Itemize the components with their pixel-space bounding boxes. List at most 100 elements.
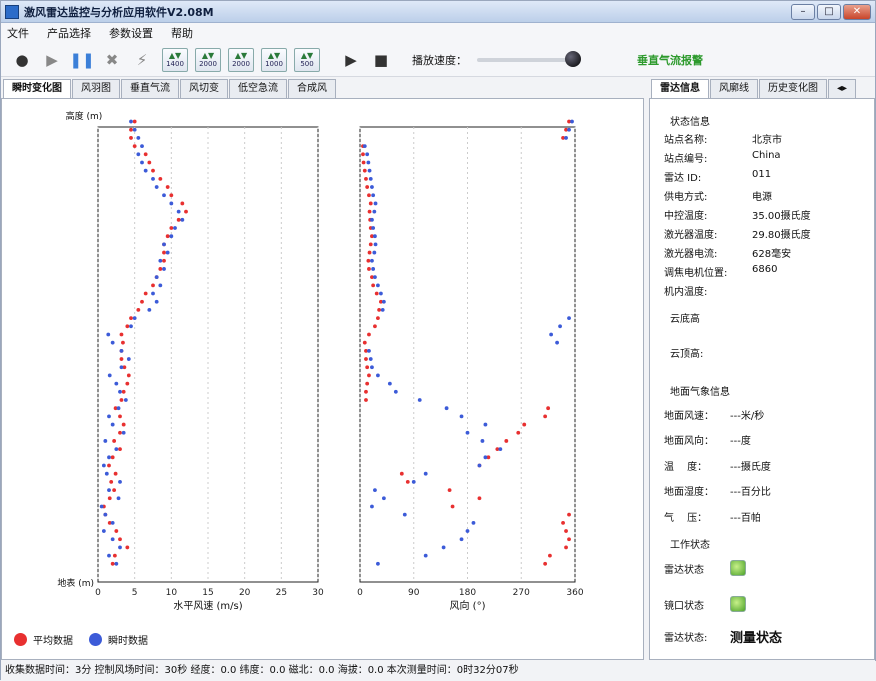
tab-wind-barb[interactable]: 风羽图 — [72, 79, 120, 98]
data-point — [116, 496, 121, 501]
menu-file[interactable]: 文件 — [7, 25, 29, 41]
surface-speed-row: 地面风速： ---米/秒 — [664, 411, 765, 422]
data-point — [387, 381, 392, 386]
data-point — [110, 520, 115, 525]
data-point — [114, 561, 119, 566]
tab-profile[interactable]: 风廓线 — [710, 79, 758, 98]
data-point — [118, 537, 122, 542]
data-point — [402, 512, 407, 517]
data-point — [477, 496, 482, 501]
range-button-5[interactable]: ▲▼ 500 — [294, 47, 320, 72]
tool-icon[interactable]: ⚡ — [129, 48, 155, 72]
data-point — [112, 439, 117, 443]
data-point — [567, 316, 571, 320]
menu-settings[interactable]: 参数设置 — [109, 25, 153, 41]
window-state-row: 镜口状态 — [664, 596, 746, 612]
data-point — [423, 471, 428, 476]
cloud-base-label: 云底高 — [670, 314, 700, 325]
data-point — [498, 447, 503, 452]
data-point — [140, 144, 144, 149]
data-point — [381, 299, 386, 304]
data-point — [162, 242, 166, 247]
data-point — [107, 373, 112, 378]
slider-knob[interactable] — [565, 50, 581, 67]
menu-help[interactable]: 帮助 — [171, 25, 193, 41]
close-button[interactable]: ✕ — [843, 4, 871, 20]
chart-tabs: 瞬时变化图 风羽图 垂直气流 风切变 低空急流 合成风 — [3, 79, 337, 98]
data-point — [114, 447, 119, 452]
maximize-button[interactable]: □ — [817, 4, 841, 20]
data-point — [119, 357, 124, 361]
data-point — [567, 127, 571, 132]
data-point — [561, 520, 565, 525]
tab-composite[interactable]: 合成风 — [288, 79, 336, 98]
play-icon[interactable]: ▶ — [39, 48, 65, 72]
data-point — [367, 193, 371, 198]
range-button-2[interactable]: ▲▼ 2000 — [195, 47, 221, 72]
data-point — [447, 488, 452, 492]
tab-scroll[interactable]: ◂▸ — [828, 79, 857, 98]
data-point — [129, 316, 133, 320]
data-point — [361, 152, 365, 157]
info-panel: 状态信息 站点名称: 北京市 站点编号: China 雷达 ID: 011 供电方式:… — [649, 98, 875, 660]
play-record-icon[interactable]: ▶ — [338, 48, 364, 72]
data-point — [373, 324, 377, 329]
data-point — [405, 480, 410, 484]
data-point — [361, 160, 366, 165]
humidity-row: 地面湿度： ---百分比 — [664, 487, 771, 498]
data-point — [381, 496, 386, 501]
data-point — [162, 250, 166, 255]
connect-icon[interactable]: ● — [9, 48, 35, 72]
stop-record-icon[interactable]: ■ — [368, 48, 394, 72]
x-tick-label: 0 — [95, 588, 101, 598]
radar-state-led-icon — [730, 560, 746, 576]
data-point — [411, 480, 416, 484]
data-point — [362, 144, 367, 149]
data-point — [158, 176, 163, 181]
x-tick-label: 15 — [202, 588, 213, 598]
tab-history[interactable]: 历史变化图 — [759, 79, 827, 98]
pressure-row: 气 压： ---百帕 — [664, 513, 761, 524]
data-point — [119, 332, 124, 337]
pause-icon[interactable]: ❚❚ — [69, 48, 95, 72]
toolbar: ● ▶ ❚❚ ✖ ⚡ ▲▼ 1400 ▲▼ 2000 ▲▼ 2000 ▲▼ 1000 ▲… — [1, 43, 875, 77]
data-point — [169, 193, 174, 198]
data-point — [380, 308, 385, 312]
menu-product[interactable]: 产品选择 — [47, 25, 91, 41]
data-point — [112, 553, 117, 558]
minimize-button[interactable]: – — [791, 4, 815, 20]
x-tick-label: 25 — [276, 588, 287, 598]
data-point — [393, 389, 398, 394]
data-point — [119, 398, 124, 402]
range-button-4[interactable]: ▲▼ 1000 — [261, 47, 287, 72]
data-point — [132, 316, 137, 320]
data-point — [371, 283, 376, 288]
data-point — [548, 553, 552, 558]
data-point — [367, 348, 371, 353]
data-point — [103, 512, 108, 517]
tab-shear[interactable]: 风切变 — [180, 79, 228, 98]
data-point — [143, 152, 148, 157]
tab-vertical[interactable]: 垂直气流 — [121, 79, 179, 98]
range-button-1[interactable]: ▲▼ 1400 — [162, 47, 188, 72]
data-point — [169, 226, 174, 230]
data-point — [129, 127, 133, 132]
tab-radar-info[interactable]: 雷达信息 — [651, 79, 709, 98]
data-point — [444, 406, 449, 411]
tab-instant[interactable]: 瞬时变化图 — [3, 79, 71, 98]
tab-jet[interactable]: 低空急流 — [229, 79, 287, 98]
radar-mode-value: 测量状态 — [730, 631, 783, 646]
stop-icon[interactable]: ✖ — [99, 48, 125, 72]
range-button-3[interactable]: ▲▼ 2000 — [228, 47, 254, 72]
y-axis-label: 高度 (m) — [66, 110, 103, 122]
speed-slider[interactable] — [477, 50, 581, 67]
data-point — [371, 193, 376, 198]
data-point — [114, 529, 119, 533]
data-point — [364, 357, 368, 361]
data-point — [126, 373, 131, 378]
data-point — [477, 463, 482, 468]
ctrl-temp-row: 中控温度: 35.00摄氏度 — [664, 211, 811, 222]
data-point — [151, 283, 155, 288]
data-point — [118, 447, 122, 452]
data-point — [125, 545, 130, 550]
